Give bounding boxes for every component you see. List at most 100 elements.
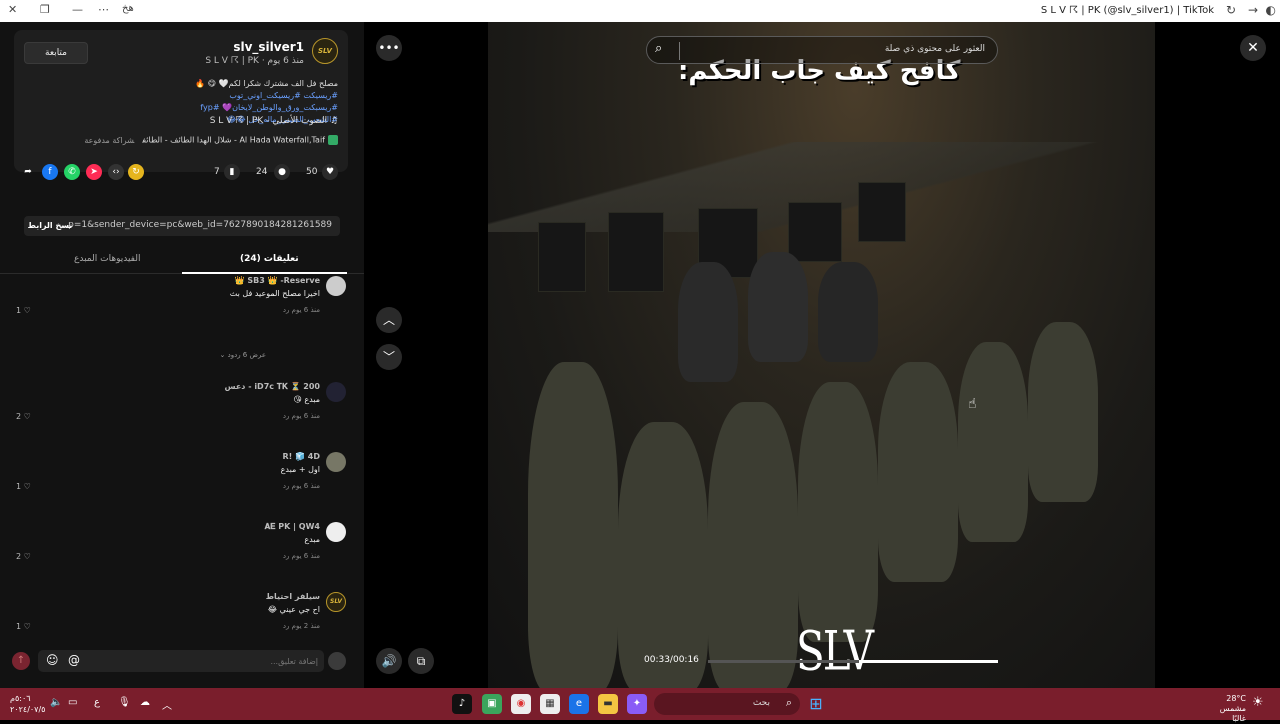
author-name[interactable]: slv_silver1 [233,40,304,54]
commenter-name[interactable]: SB3 👑 -Reserve 👑 [235,276,320,285]
commenter-avatar[interactable] [326,276,346,296]
mention-icon[interactable]: @ [68,653,80,667]
store-icon[interactable]: ▦ [540,694,560,714]
comment-like-count: 2 [16,552,22,561]
flag-shape [538,222,586,292]
commenter-name[interactable]: 200 ⏳ iD7c 𝐓𝐊 - دعس [225,382,320,392]
commenter-name[interactable]: R! 🧊 4D [282,452,320,461]
emoji-icon[interactable]: ☺ [46,653,59,667]
video-progress-bar[interactable] [708,660,998,663]
microphone-icon[interactable]: 🎙 [118,697,131,708]
restore-icon[interactable]: ❐ [40,3,50,16]
author-subtitle: S L V ☈ | PK · منذ 6 يوم [205,56,304,66]
repost-icon[interactable]: ↻ [128,164,144,180]
comment-icon[interactable]: ● [274,164,290,180]
comment-like[interactable]: 2 ♡ [16,412,31,421]
more-options-icon[interactable]: ••• [376,35,402,61]
bookmark-icon[interactable]: ▮ [224,164,240,180]
soldier-figure [958,342,1028,542]
follow-button[interactable]: متابعة [24,42,88,64]
comment-like-count: 1 [16,622,22,631]
author-avatar[interactable]: SLV [312,38,338,64]
search-icon[interactable]: ⌕ [655,41,662,56]
related-search-bar[interactable]: ⌕ العثور على محتوى ذي صلة [646,36,998,64]
heart-outline-icon[interactable]: ♡ [24,552,31,561]
language-indicator[interactable]: ع [94,697,100,708]
heart-outline-icon[interactable]: ♡ [24,412,31,421]
reload-icon[interactable]: ↻ [1226,3,1236,17]
copilot-icon[interactable]: ✦ [627,694,647,714]
comment-meta[interactable]: منذ 6 يوم رد [283,482,320,490]
taskbar-search-text: بحث [752,698,770,708]
comment-meta[interactable]: منذ 6 يوم رد [283,306,320,314]
comment-meta[interactable]: منذ 2 يوم رد [283,622,320,630]
comment-like[interactable]: 1 ♡ [16,622,31,631]
forward-icon[interactable]: → [1248,3,1258,17]
network-icon[interactable]: ▭ [68,697,77,708]
heart-outline-icon[interactable]: ♡ [24,482,31,491]
comment-like[interactable]: 2 ♡ [16,552,31,561]
commenter-avatar[interactable] [326,452,346,472]
chevron-up-icon[interactable]: ︿ [162,697,172,712]
video-time: 00:33/00:16 [644,655,699,665]
comment-item: 200 ⏳ iD7c 𝐓𝐊 - دعس مبدع 😘 منذ 6 يوم رد … [0,374,364,444]
whatsapp-icon[interactable]: ✆ [64,164,80,180]
comment-text: مبدع 😘 [293,395,320,404]
next-video-icon[interactable]: ﹀ [376,344,402,370]
cloud-icon[interactable]: ☁ [140,697,150,708]
previous-video-icon[interactable]: ︿ [376,307,402,333]
comment-text: اخيرا مصلح الموعيد فل بث [229,289,320,298]
comment-meta[interactable]: منذ 6 يوم رد [283,412,320,420]
comment-like[interactable]: 1 ♡ [16,482,31,491]
embed-icon[interactable]: ‹› [108,164,124,180]
copy-link-button[interactable]: نسخ الرابط [24,216,76,236]
likes-count: 50 [306,167,318,177]
weather-temp: 28°C [1226,694,1246,703]
soldier-figure [618,422,708,688]
close-window-icon[interactable]: ✕ [8,3,17,16]
soldier-figure [708,402,798,688]
video-link[interactable]: ...p=1&sender_device=pc&web_id=762789018… [60,220,332,230]
location-label[interactable]: Al Hada Waterfall,Taif - شلال الهدا الطا… [142,136,325,145]
minimize-icon[interactable]: — [72,3,83,16]
view-replies-link[interactable]: عرض 6 ردود ⌄ [219,351,266,359]
video-player[interactable]: كافح كيف جاب الحكم: ⌕ العثور على محتوى ذ… [488,22,1155,688]
windows-start-icon[interactable]: ⊞ [806,694,826,714]
edge-icon[interactable]: e [569,694,589,714]
commenter-name[interactable]: سيلفر احتياط [266,592,320,601]
music-label[interactable]: ♫ الصوت الأصلي - S L V ☈ | PK [210,116,338,126]
related-search-text: العثور على محتوى ذي صلة [884,44,985,54]
more-icon[interactable]: ⋯ [98,3,109,16]
volume-icon[interactable]: 🔊 [376,648,402,674]
clock-date: ٢٠٢٤/٠٧/٥ [10,705,46,714]
commenter-name[interactable]: 𝐀𝐄 PK | QW4 [265,522,320,532]
close-icon[interactable]: ✕ [1240,35,1266,61]
heart-outline-icon[interactable]: ♡ [24,622,31,631]
speaker-icon[interactable]: 🔈 [50,697,62,708]
location-row[interactable]: Al Hada Waterfall,Taif - شلال الهدا الطا… [84,135,338,145]
comment-meta[interactable]: منذ 6 يوم رد [283,552,320,560]
share-icon[interactable]: ➦ [20,164,36,180]
taskbar-search[interactable]: بحث ⌕ [654,693,800,715]
folder-icon[interactable]: ▬ [598,694,618,714]
send-arrow-icon[interactable]: ↑ [12,652,30,670]
app-icon[interactable]: ▣ [482,694,502,714]
comment-input[interactable] [118,654,318,668]
heart-icon[interactable]: ♥ [322,164,338,180]
tiktok-logo-icon: ◐ [1265,3,1276,17]
chrome-icon[interactable]: ◉ [511,694,531,714]
tab-creator-videos[interactable]: الفيديوهات المبدع [74,254,140,264]
comment-like[interactable]: 1 ♡ [16,306,31,315]
commenter-avatar[interactable] [326,522,346,542]
telegram-icon[interactable]: ➤ [86,164,102,180]
commenter-avatar[interactable]: SLV [326,592,346,612]
system-clock[interactable]: ٥:٠٦م ٢٠٢٤/٠٧/٥ [10,693,45,715]
tiktok-app-icon[interactable]: ♪ [452,694,472,714]
facebook-icon[interactable]: f [42,164,58,180]
crowd-figure [678,262,738,382]
picture-in-picture-icon[interactable]: ⧉ [408,648,434,674]
heart-outline-icon[interactable]: ♡ [24,306,31,315]
commenter-avatar[interactable] [326,382,346,402]
tab-comments[interactable]: تعليقات (24) [240,254,299,264]
comment-item: SB3 👑 -Reserve 👑 اخيرا مصلح الموعيد فل ب… [0,268,364,338]
